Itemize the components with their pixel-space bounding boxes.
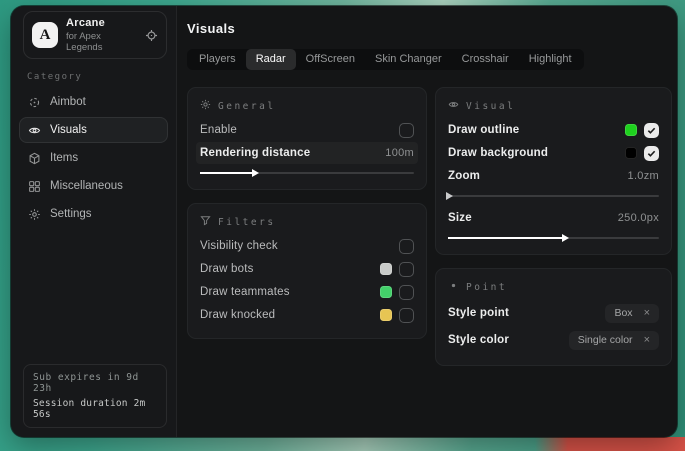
check-icon xyxy=(647,149,656,158)
category-label: Category xyxy=(27,72,176,82)
check-icon xyxy=(647,126,656,135)
draw-teammates-checkbox[interactable] xyxy=(399,285,414,300)
grid-icon xyxy=(28,180,41,193)
sidebar-item-label: Miscellaneous xyxy=(50,180,123,192)
slider-thumb[interactable] xyxy=(252,169,259,177)
rendering-distance-row: Rendering distance 100m xyxy=(196,142,418,164)
tab-radar[interactable]: Radar xyxy=(246,49,296,70)
visual-panel: Visual Draw outline Draw background xyxy=(435,87,672,255)
zoom-value: 1.0zm xyxy=(628,170,659,182)
tab-offscreen[interactable]: OffScreen xyxy=(296,49,365,70)
sidebar-item-items[interactable]: Items xyxy=(19,145,168,171)
panel-title: Filters xyxy=(218,217,276,228)
page-title: Visuals xyxy=(187,21,672,36)
draw-outline-checkbox[interactable] xyxy=(644,123,659,138)
draw-background-color-swatch[interactable] xyxy=(625,147,637,159)
cube-icon xyxy=(28,152,41,165)
tab-players[interactable]: Players xyxy=(189,49,246,70)
size-row: Size 250.0px xyxy=(448,207,659,229)
app-title: Arcane xyxy=(66,17,137,29)
panel-title: Visual xyxy=(466,101,515,112)
draw-bots-checkbox[interactable] xyxy=(399,262,414,277)
sidebar-item-visuals[interactable]: Visuals xyxy=(19,117,168,143)
crosshair-icon xyxy=(28,96,41,109)
zoom-slider[interactable] xyxy=(448,191,659,200)
point-panel: Point Style point Box × Style color Sing… xyxy=(435,268,672,366)
draw-knocked-color-swatch[interactable] xyxy=(380,309,392,321)
close-icon[interactable]: × xyxy=(644,308,650,319)
sidebar-item-label: Visuals xyxy=(50,124,87,136)
subscription-info-card: Sub expires in 9d 23h Session duration 2… xyxy=(23,364,167,428)
draw-teammates-color-swatch[interactable] xyxy=(380,286,392,298)
zoom-row: Zoom 1.0zm xyxy=(448,165,659,187)
sidebar-item-label: Settings xyxy=(50,208,92,220)
style-color-value: Single color xyxy=(578,334,633,346)
draw-bots-row: Draw bots xyxy=(200,258,414,280)
sidebar-item-settings[interactable]: Settings xyxy=(19,201,168,227)
sidebar-item-aimbot[interactable]: Aimbot xyxy=(19,89,168,115)
draw-bots-color-swatch[interactable] xyxy=(380,263,392,275)
draw-teammates-row: Draw teammates xyxy=(200,281,414,303)
slider-thumb[interactable] xyxy=(562,234,569,242)
session-duration-text: Session duration 2m 56s xyxy=(33,398,157,420)
draw-knocked-checkbox[interactable] xyxy=(399,308,414,323)
rendering-distance-value: 100m xyxy=(385,147,414,159)
target-icon[interactable] xyxy=(145,29,158,42)
style-point-select[interactable]: Box × xyxy=(605,304,659,323)
draw-knocked-row: Draw knocked xyxy=(200,304,414,326)
style-color-select[interactable]: Single color × xyxy=(569,331,659,350)
draw-background-checkbox[interactable] xyxy=(644,146,659,161)
app-subtitle: for Apex Legends xyxy=(66,31,137,53)
close-icon[interactable]: × xyxy=(644,335,650,346)
sun-icon xyxy=(200,99,211,113)
eye-icon xyxy=(448,99,459,113)
panel-title: General xyxy=(218,101,276,112)
visuals-tabbar: Players Radar OffScreen Skin Changer Cro… xyxy=(187,49,584,70)
draw-outline-row: Draw outline xyxy=(448,119,659,141)
sidebar: A Arcane for Apex Legends Category xyxy=(11,6,177,437)
draw-background-row: Draw background xyxy=(448,142,659,164)
funnel-icon xyxy=(200,215,211,229)
size-slider[interactable] xyxy=(448,233,659,242)
style-point-row: Style point Box × xyxy=(448,300,659,326)
logo-mark: A xyxy=(32,22,58,48)
style-color-row: Style color Single color × xyxy=(448,327,659,353)
logo-card: A Arcane for Apex Legends xyxy=(23,11,167,59)
eye-scan-icon xyxy=(28,124,41,137)
app-window: A Arcane for Apex Legends Category xyxy=(11,6,677,437)
sidebar-item-label: Aimbot xyxy=(50,96,86,108)
gear-icon xyxy=(28,208,41,221)
visibility-check-row: Visibility check xyxy=(200,235,414,257)
dot-icon xyxy=(448,280,459,294)
panel-title: Point xyxy=(466,282,507,293)
sidebar-nav: Aimbot Visuals Items xyxy=(11,89,176,227)
sidebar-item-miscellaneous[interactable]: Miscellaneous xyxy=(19,173,168,199)
draw-outline-color-swatch[interactable] xyxy=(625,124,637,136)
sidebar-item-label: Items xyxy=(50,152,78,164)
sub-expiry-text: Sub expires in 9d 23h xyxy=(33,372,157,394)
tab-crosshair[interactable]: Crosshair xyxy=(452,49,519,70)
tab-highlight[interactable]: Highlight xyxy=(519,49,582,70)
rendering-distance-slider[interactable] xyxy=(200,168,414,177)
size-value: 250.0px xyxy=(618,212,659,224)
visibility-check-checkbox[interactable] xyxy=(399,239,414,254)
style-point-value: Box xyxy=(614,307,632,319)
enable-row: Enable xyxy=(200,119,414,141)
tab-skin-changer[interactable]: Skin Changer xyxy=(365,49,452,70)
general-panel: General Enable Rendering distance 100m xyxy=(187,87,427,190)
filters-panel: Filters Visibility check Draw bots xyxy=(187,203,427,339)
main-content: Visuals Players Radar OffScreen Skin Cha… xyxy=(177,6,684,437)
slider-thumb[interactable] xyxy=(446,192,453,200)
enable-checkbox[interactable] xyxy=(399,123,414,138)
desktop-red-accent xyxy=(535,437,685,451)
